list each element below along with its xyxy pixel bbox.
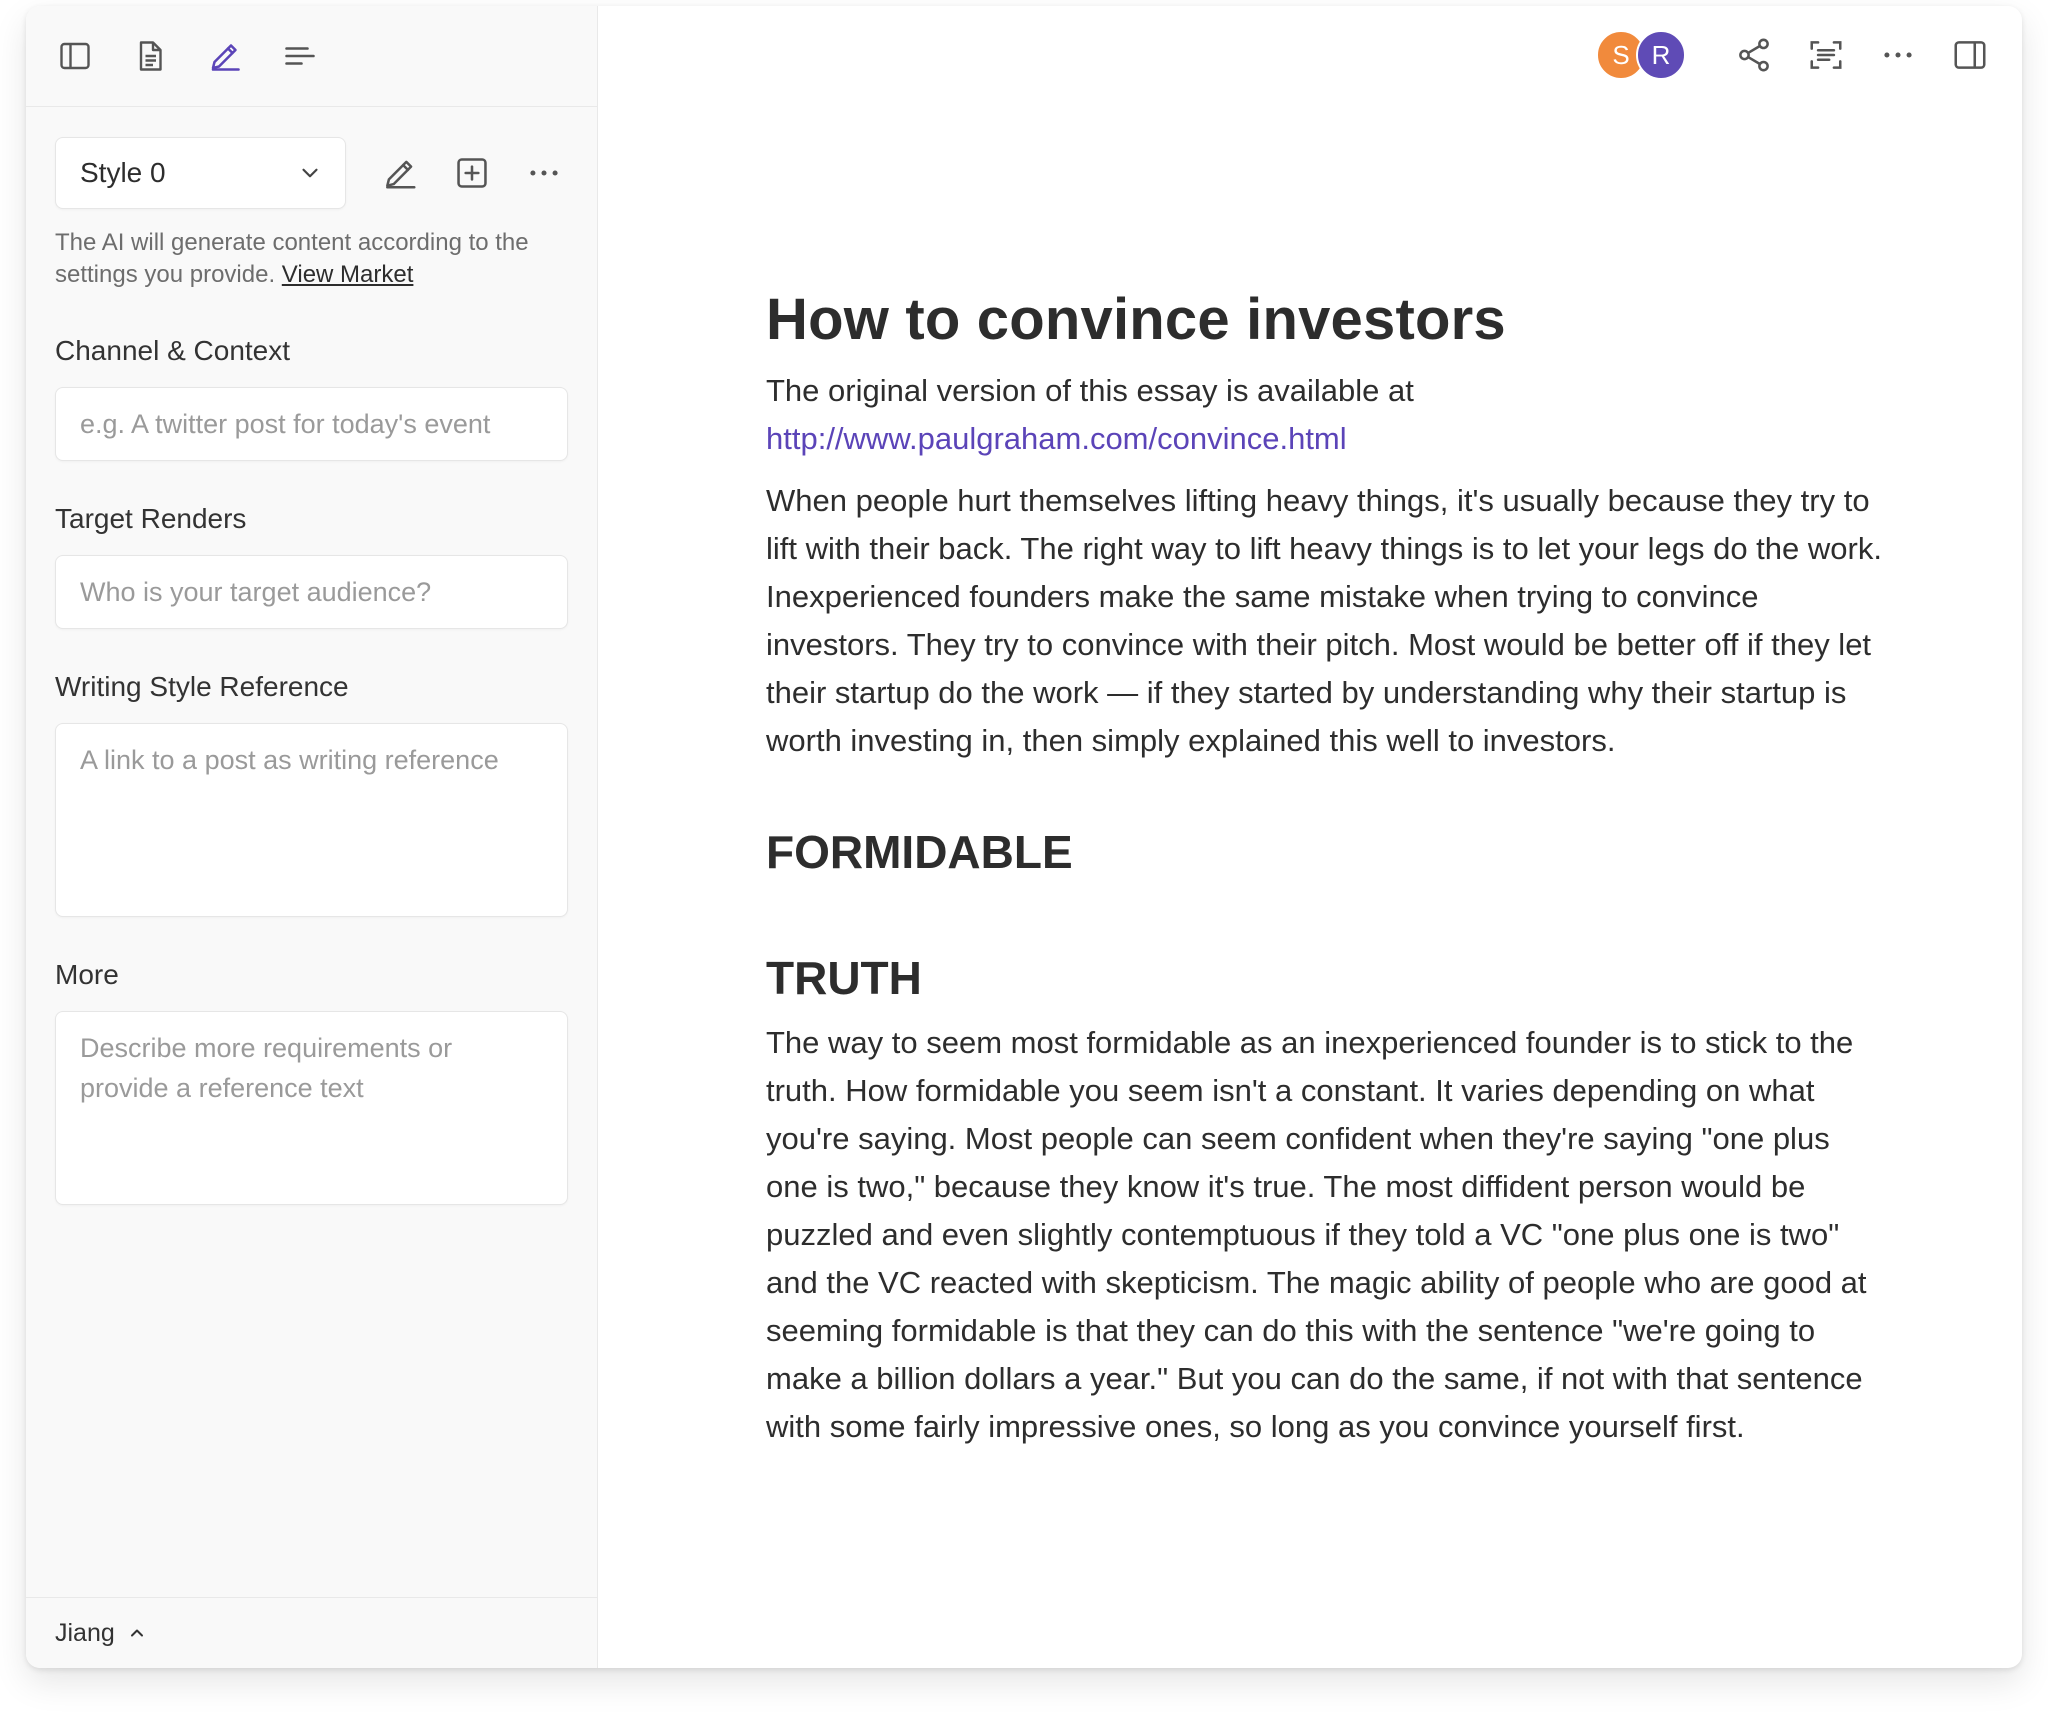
pen-icon[interactable] bbox=[205, 36, 245, 76]
main-area: S R How to convince investors The origin… bbox=[598, 6, 2022, 1668]
intro-text: The original version of this essay is av… bbox=[766, 373, 1414, 408]
section-heading: TRUTH bbox=[766, 952, 922, 1004]
edit-icon[interactable] bbox=[376, 149, 424, 197]
sidebar-toolbar bbox=[26, 6, 597, 107]
style-select[interactable]: Style 0 bbox=[55, 137, 346, 209]
user-menu[interactable]: Jiang bbox=[26, 1597, 597, 1668]
source-link[interactable]: http://www.paulgraham.com/convince.html bbox=[766, 421, 1347, 456]
outline-icon[interactable] bbox=[280, 36, 320, 76]
paragraph: The way to seem most formidable as an in… bbox=[766, 1025, 1867, 1444]
style-select-value: Style 0 bbox=[80, 157, 166, 188]
style-reference-label: Writing Style Reference bbox=[55, 671, 349, 702]
page-title: How to convince investors bbox=[766, 287, 1506, 352]
document[interactable]: How to convince investors The original v… bbox=[766, 286, 1886, 1451]
style-row: Style 0 bbox=[55, 137, 568, 209]
sidebar-body: Style 0 The AI will generate content acc… bbox=[26, 137, 597, 1205]
more-input[interactable] bbox=[55, 1011, 568, 1205]
sidebar-toggle-icon[interactable] bbox=[55, 36, 95, 76]
paragraph: When people hurt themselves lifting heav… bbox=[766, 483, 1882, 758]
more-label: More bbox=[55, 959, 119, 990]
more-icon[interactable] bbox=[1874, 31, 1922, 79]
more-icon[interactable] bbox=[520, 149, 568, 197]
share-icon[interactable] bbox=[1730, 31, 1778, 79]
view-market-link[interactable]: View Market bbox=[282, 261, 414, 288]
scan-icon[interactable] bbox=[1802, 31, 1850, 79]
target-input[interactable] bbox=[55, 555, 568, 629]
hint-text: The AI will generate content according t… bbox=[55, 227, 568, 291]
top-toolbar: S R bbox=[1596, 30, 1994, 80]
app-window: Style 0 The AI will generate content acc… bbox=[26, 6, 2022, 1668]
intro-paragraph: The original version of this essay is av… bbox=[766, 367, 1886, 463]
document-icon[interactable] bbox=[130, 36, 170, 76]
channel-label: Channel & Context bbox=[55, 335, 291, 366]
style-reference-input[interactable] bbox=[55, 723, 568, 917]
add-icon[interactable] bbox=[448, 149, 496, 197]
style-actions bbox=[376, 149, 568, 197]
panel-icon[interactable] bbox=[1946, 31, 1994, 79]
collaborators: S R bbox=[1596, 30, 1686, 80]
chevron-up-icon bbox=[130, 1629, 143, 1637]
channel-input[interactable] bbox=[55, 387, 568, 461]
sidebar: Style 0 The AI will generate content acc… bbox=[26, 6, 598, 1668]
target-label: Target Renders bbox=[55, 503, 247, 534]
section-heading: FORMIDABLE bbox=[766, 826, 1073, 878]
avatar[interactable]: R bbox=[1636, 30, 1686, 80]
user-name: Jiang bbox=[55, 1618, 115, 1647]
chevron-down-icon bbox=[302, 168, 318, 178]
